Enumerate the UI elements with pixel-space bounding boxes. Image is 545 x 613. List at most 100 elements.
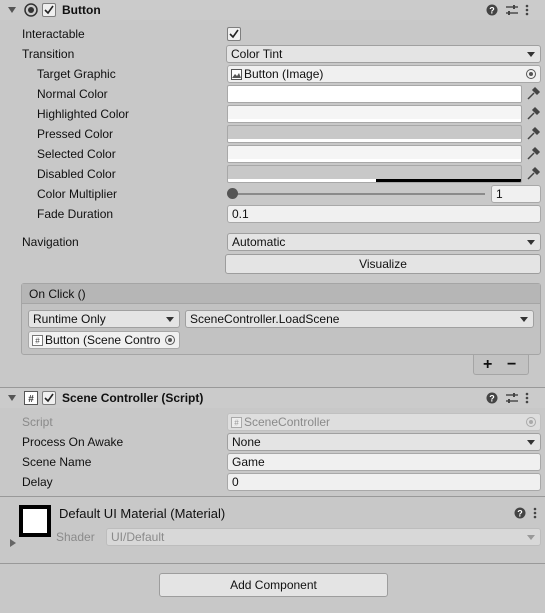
navigation-dropdown[interactable]: Automatic (227, 233, 541, 251)
normal-color-label: Normal Color (37, 87, 108, 101)
normal-color-swatch[interactable] (227, 85, 522, 103)
chevron-down-icon (166, 317, 174, 322)
navigation-value: Automatic (232, 235, 286, 249)
component-separator (0, 563, 545, 564)
eyedropper-icon[interactable] (524, 125, 542, 143)
checkmark-icon (44, 393, 54, 403)
chevron-down-icon (527, 240, 535, 245)
scene-name-label: Scene Name (22, 455, 92, 469)
pressed-color-label: Pressed Color (37, 127, 114, 141)
kebab-menu-icon[interactable] (525, 4, 529, 16)
component-separator (0, 496, 545, 497)
interactable-checkbox[interactable] (227, 27, 241, 41)
pressed-color-swatch[interactable] (227, 125, 522, 143)
material-preview[interactable] (19, 505, 51, 537)
svg-text:#: # (234, 419, 239, 428)
disabled-color-swatch[interactable] (227, 165, 522, 183)
shader-value: UI/Default (111, 530, 165, 544)
eyedropper-icon[interactable] (524, 145, 542, 163)
event-target-object-value: Button (Scene Contro (45, 333, 161, 347)
runtime-mode-dropdown[interactable]: Runtime Only (28, 310, 180, 328)
presets-icon[interactable] (505, 4, 519, 16)
object-picker-icon[interactable] (526, 69, 536, 79)
fade-duration-input[interactable]: 0.1 (227, 205, 541, 223)
help-icon[interactable]: ? (514, 507, 526, 519)
svg-text:?: ? (517, 509, 523, 519)
svg-text:#: # (28, 394, 34, 405)
object-picker-icon[interactable] (165, 335, 175, 345)
process-on-awake-dropdown[interactable]: None (227, 433, 541, 451)
add-component-button[interactable]: Add Component (159, 573, 388, 597)
highlighted-color-label: Highlighted Color (37, 107, 130, 121)
selected-color-label: Selected Color (37, 147, 116, 161)
svg-text:?: ? (489, 6, 495, 16)
script-icon: # (32, 335, 43, 346)
button-component-title: Button (62, 3, 101, 17)
presets-icon[interactable] (505, 392, 519, 404)
eyedropper-icon[interactable] (524, 85, 542, 103)
script-field: # SceneController (227, 413, 541, 431)
function-dropdown[interactable]: SceneController.LoadScene (185, 310, 534, 328)
chevron-down-icon (527, 52, 535, 57)
transition-value: Color Tint (231, 47, 283, 61)
script-value: SceneController (244, 415, 331, 429)
help-icon[interactable]: ? (486, 4, 498, 16)
eyedropper-icon[interactable] (524, 165, 542, 183)
foldout-arrow-icon[interactable] (9, 538, 17, 548)
color-multiplier-input[interactable]: 1 (491, 185, 541, 203)
chevron-down-icon (527, 535, 535, 540)
button-enabled-checkbox[interactable] (42, 3, 56, 17)
image-icon (231, 69, 242, 80)
kebab-menu-icon[interactable] (533, 507, 537, 519)
help-icon[interactable]: ? (486, 392, 498, 404)
material-title: Default UI Material (Material) (59, 506, 226, 521)
script-icon: # (24, 391, 38, 405)
eyedropper-icon[interactable] (524, 105, 542, 123)
process-on-awake-label: Process On Awake (22, 435, 124, 449)
disabled-color-label: Disabled Color (37, 167, 116, 181)
script-label: Script (22, 415, 53, 429)
process-on-awake-value: None (232, 435, 261, 449)
remove-event-button[interactable]: − (507, 357, 516, 373)
delay-input[interactable]: 0 (227, 473, 541, 491)
foldout-arrow-icon[interactable] (8, 7, 16, 13)
scene-name-input[interactable]: Game (227, 453, 541, 471)
on-click-header (22, 284, 540, 304)
function-value: SceneController.LoadScene (190, 312, 340, 326)
svg-text:?: ? (489, 394, 495, 404)
on-click-title: On Click () (29, 287, 86, 301)
chevron-down-icon (527, 440, 535, 445)
transition-label: Transition (22, 47, 75, 61)
target-graphic-label: Target Graphic (37, 67, 116, 81)
foldout-arrow-icon[interactable] (8, 395, 16, 401)
event-list-footer (473, 355, 529, 375)
fade-duration-label: Fade Duration (37, 207, 114, 221)
delay-label: Delay (22, 475, 53, 489)
color-multiplier-slider-thumb[interactable] (227, 188, 238, 199)
scene-controller-enabled-checkbox[interactable] (42, 391, 56, 405)
runtime-mode-value: Runtime Only (33, 312, 106, 326)
event-target-object-field[interactable]: # Button (Scene Contro (28, 331, 180, 349)
color-multiplier-label: Color Multiplier (37, 187, 118, 201)
shader-dropdown: UI/Default (106, 528, 541, 546)
object-picker-icon (526, 417, 536, 427)
kebab-menu-icon[interactable] (525, 392, 529, 404)
interactable-label: Interactable (22, 27, 85, 41)
highlighted-color-swatch[interactable] (227, 105, 522, 123)
scene-controller-title: Scene Controller (Script) (62, 391, 204, 405)
selected-color-swatch[interactable] (227, 145, 522, 163)
chevron-down-icon (520, 317, 528, 322)
checkmark-icon (229, 29, 239, 39)
button-component-icon (24, 3, 38, 17)
add-event-button[interactable]: + (483, 357, 492, 373)
target-graphic-value: Button (Image) (244, 67, 324, 81)
shader-label: Shader (56, 530, 95, 544)
svg-text:#: # (35, 337, 40, 346)
color-multiplier-slider-track[interactable] (232, 193, 485, 195)
target-graphic-field[interactable]: Button (Image) (227, 65, 541, 83)
navigation-label: Navigation (22, 235, 79, 249)
script-icon: # (231, 417, 242, 428)
transition-dropdown[interactable]: Color Tint (226, 45, 541, 63)
visualize-button[interactable]: Visualize (225, 254, 541, 274)
checkmark-icon (44, 5, 54, 15)
